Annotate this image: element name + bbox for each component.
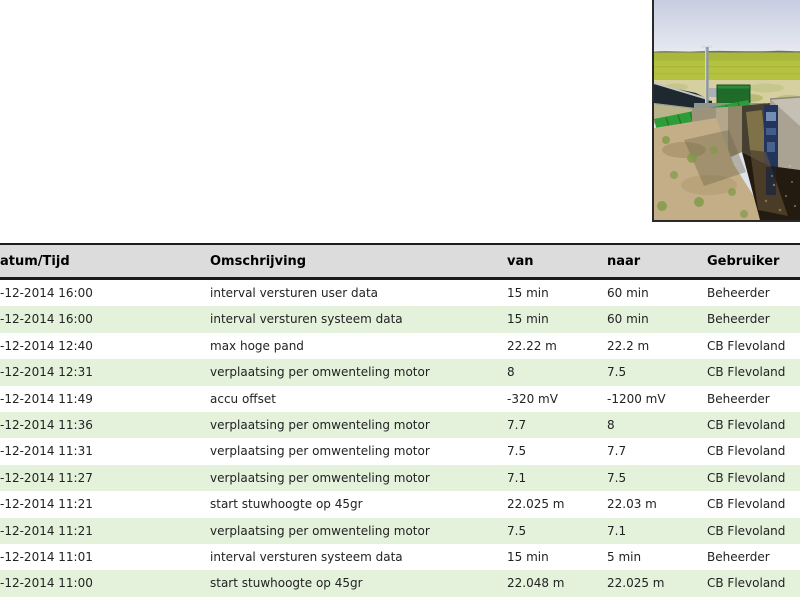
cell-naar: 5 min [607,544,707,570]
cell-datum: -12-2014 11:27 [0,465,210,491]
cell-datum: -12-2014 11:01 [0,544,210,570]
cell-van: 7.5 [507,518,607,544]
cell-van: 22.048 m [507,570,607,596]
cell-gebruiker: CB Flevoland [707,438,800,464]
table-row: -12-2014 11:01interval versturen systeem… [0,544,800,570]
table-row: -12-2014 11:21verplaatsing per omwenteli… [0,518,800,544]
cell-gebruiker: CB Flevoland [707,518,800,544]
cell-gebruiker: CB Flevoland [707,359,800,385]
cell-omschrijving: interval versturen systeem data [210,544,507,570]
cell-omschrijving: interval versturen user data [210,279,507,307]
cell-van: 7.7 [507,412,607,438]
cell-van: 8 [507,359,607,385]
cell-datum: -12-2014 16:00 [0,306,210,332]
cell-omschrijving: verplaatsing per omwenteling motor [210,359,507,385]
table-row: -12-2014 12:31verplaatsing per omwenteli… [0,359,800,385]
cell-omschrijving: start stuwhoogte op 45gr [210,570,507,596]
column-header-gebruiker: Gebruiker [707,244,800,279]
cell-gebruiker: CB Flevoland [707,570,800,596]
table-row: -12-2014 11:27verplaatsing per omwenteli… [0,465,800,491]
cell-naar: 60 min [607,279,707,307]
table-row: -12-2014 16:00interval versturen systeem… [0,306,800,332]
cell-van: 22.025 m [507,491,607,517]
cell-van: 15 min [507,306,607,332]
cell-naar: 7.1 [607,518,707,544]
cell-naar: 8 [607,412,707,438]
cell-naar: 60 min [607,306,707,332]
cell-omschrijving: verplaatsing per omwenteling motor [210,412,507,438]
cell-naar: 22.2 m [607,333,707,359]
cell-datum: -12-2014 11:49 [0,386,210,412]
cell-van: -320 mV [507,386,607,412]
cell-datum: -12-2014 12:40 [0,333,210,359]
column-header-omschrijving: Omschrijving [210,244,507,279]
cell-datum: -12-2014 11:21 [0,518,210,544]
table-row: -12-2014 11:49accu offset-320 mV-1200 mV… [0,386,800,412]
cell-van: 22.22 m [507,333,607,359]
cell-gebruiker: CB Flevoland [707,412,800,438]
cell-datum: -12-2014 12:31 [0,359,210,385]
cell-gebruiker: Beheerder [707,386,800,412]
table-row: -12-2014 11:36verplaatsing per omwenteli… [0,412,800,438]
cell-omschrijving: start stuwhoogte op 45gr [210,491,507,517]
cell-omschrijving: verplaatsing per omwenteling motor [210,518,507,544]
cell-gebruiker: Beheerder [707,544,800,570]
cell-naar: -1200 mV [607,386,707,412]
column-header-van: van [507,244,607,279]
cell-omschrijving: accu offset [210,386,507,412]
cell-gebruiker: CB Flevoland [707,333,800,359]
cell-van: 7.5 [507,438,607,464]
column-header-naar: naar [607,244,707,279]
cell-datum: -12-2014 11:31 [0,438,210,464]
weir-canal-photo [652,0,800,222]
cell-naar: 7.5 [607,359,707,385]
cell-datum: -12-2014 16:00 [0,279,210,307]
cell-van: 15 min [507,279,607,307]
cell-van: 7.1 [507,465,607,491]
cell-van: 15 min [507,544,607,570]
cell-gebruiker: Beheerder [707,306,800,332]
table-row: -12-2014 16:00interval versturen user da… [0,279,800,307]
table-header-row: atum/Tijd Omschrijving van naar Gebruike… [0,244,800,279]
table-row: -12-2014 11:00start stuwhoogte op 45gr22… [0,570,800,596]
cell-naar: 22.025 m [607,570,707,596]
cell-gebruiker: CB Flevoland [707,491,800,517]
change-log-table: atum/Tijd Omschrijving van naar Gebruike… [0,243,800,597]
cell-gebruiker: CB Flevoland [707,465,800,491]
cell-gebruiker: Beheerder [707,279,800,307]
cell-naar: 7.5 [607,465,707,491]
cell-datum: -12-2014 11:00 [0,570,210,596]
table-row: -12-2014 11:21start stuwhoogte op 45gr22… [0,491,800,517]
cell-naar: 22.03 m [607,491,707,517]
cell-omschrijving: verplaatsing per omwenteling motor [210,465,507,491]
column-header-datum-tijd: atum/Tijd [0,244,210,279]
cell-datum: -12-2014 11:21 [0,491,210,517]
cell-naar: 7.7 [607,438,707,464]
table-row: -12-2014 11:31verplaatsing per omwenteli… [0,438,800,464]
cell-omschrijving: verplaatsing per omwenteling motor [210,438,507,464]
table-row: -12-2014 12:40max hoge pand22.22 m22.2 m… [0,333,800,359]
weir-canal-photo-graphic [654,0,800,220]
change-log-section: atum/Tijd Omschrijving van naar Gebruike… [0,243,800,597]
cell-omschrijving: max hoge pand [210,333,507,359]
cell-datum: -12-2014 11:36 [0,412,210,438]
cell-omschrijving: interval versturen systeem data [210,306,507,332]
